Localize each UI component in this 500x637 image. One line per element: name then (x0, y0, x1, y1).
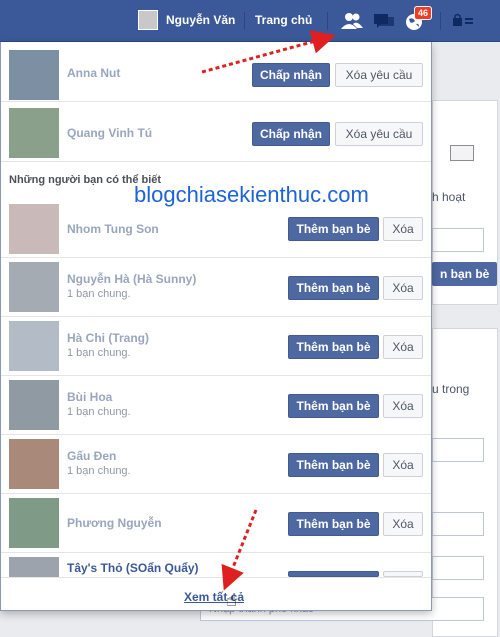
suggestion-name[interactable]: Bùi Hoa (67, 390, 112, 404)
background-input-4 (432, 556, 484, 580)
notification-count-badge: 46 (414, 6, 433, 20)
suggestion-name[interactable]: Nhom Tung Son (67, 222, 159, 236)
top-navigation-bar: Nguyễn Văn Trang chủ 46 (0, 0, 500, 42)
suggestion-name[interactable]: Phương Nguyễn (67, 516, 162, 530)
avatar[interactable] (9, 50, 59, 100)
suggestion-row: Hà Chi (Trang) 1 bạn chung. Thêm bạn bè … (1, 317, 431, 376)
suggestion-name[interactable]: Tây's Thỏ (SOẩn Quẩy) (67, 561, 199, 575)
profile-link[interactable]: Nguyễn Văn (138, 10, 235, 30)
suggestion-row: Gấu Đen 1 bạn chung. Thêm bạn bè Xóa (1, 435, 431, 494)
suggestion-row: Bùi Hoa 1 bạn chung. Thêm bạn bè Xóa (1, 376, 431, 435)
avatar[interactable] (9, 557, 59, 577)
messages-icon[interactable] (372, 10, 396, 32)
background-text-activity: h hoạt (432, 190, 466, 204)
background-input-3 (432, 512, 484, 536)
lock-icon[interactable] (452, 13, 474, 27)
friend-request-row: Anna Nut Chấp nhận Xóa yêu cầu (1, 42, 431, 102)
avatar[interactable] (9, 498, 59, 548)
add-friend-button[interactable]: Thêm bạn bè (288, 335, 379, 359)
avatar (138, 10, 158, 30)
divider (327, 12, 328, 30)
avatar[interactable] (9, 321, 59, 371)
dropdown-footer: Xem tất cả (1, 577, 431, 610)
background-input (432, 228, 484, 252)
add-friend-button[interactable]: Thêm bạn bè (288, 276, 379, 300)
suggestion-row: Tây's Thỏ (SOẩn Quẩy) (1, 553, 431, 577)
home-link[interactable]: Trang chủ (255, 13, 312, 27)
suggestion-name[interactable]: Gấu Đen (67, 449, 116, 463)
avatar[interactable] (9, 204, 59, 254)
add-friend-button[interactable]: Thêm bạn bè (288, 512, 379, 536)
background-input-2 (432, 438, 484, 462)
divider (440, 12, 441, 30)
suggestion-row: Phương Nguyễn Thêm bạn bè Xóa (1, 494, 431, 553)
mail-icon (450, 145, 474, 161)
mutual-friends: 1 bạn chung. (67, 288, 131, 300)
add-friend-button[interactable]: Thêm bạn bè (288, 394, 379, 418)
avatar[interactable] (9, 380, 59, 430)
remove-suggestion-button[interactable]: Xóa (383, 394, 423, 418)
background-text-in: u trong (432, 382, 470, 396)
divider (244, 12, 245, 30)
remove-suggestion-button[interactable]: Xóa (383, 217, 423, 241)
friend-requests-dropdown: Anna Nut Chấp nhận Xóa yêu cầu Quang Vin… (0, 42, 432, 611)
background-add-friend-button[interactable]: n bạn bè (432, 262, 498, 286)
avatar[interactable] (9, 262, 59, 312)
suggestion-row: Nhom Tung Son Thêm bạn bè Xóa (1, 200, 431, 258)
suggestion-row: Nguyễn Hà (Hà Sunny) 1 bạn chung. Thêm b… (1, 258, 431, 317)
request-name[interactable]: Anna Nut (67, 66, 120, 80)
avatar[interactable] (9, 108, 59, 158)
friend-request-row: Quang Vinh Tú Chấp nhận Xóa yêu cầu (1, 102, 431, 162)
friends-icon[interactable] (340, 10, 364, 32)
suggestion-name[interactable]: Hà Chi (Trang) (67, 331, 149, 345)
request-name[interactable]: Quang Vinh Tú (67, 126, 152, 140)
mutual-friends: 1 bạn chung. (67, 347, 131, 359)
mutual-friends: 1 bạn chung. (67, 406, 131, 418)
add-friend-button[interactable]: Thêm bạn bè (288, 453, 379, 477)
add-friend-button[interactable]: Thêm bạn bè (288, 217, 379, 241)
mutual-friends: 1 bạn chung. (67, 465, 131, 477)
delete-request-button[interactable]: Xóa yêu cầu (335, 63, 423, 87)
remove-suggestion-button[interactable]: Xóa (383, 512, 423, 536)
delete-request-button[interactable]: Xóa yêu cầu (335, 122, 423, 146)
background-panel-bottom (432, 328, 498, 637)
accept-button[interactable]: Chấp nhận (252, 63, 330, 87)
remove-suggestion-button[interactable]: Xóa (383, 453, 423, 477)
remove-suggestion-button[interactable]: Xóa (383, 276, 423, 300)
user-name: Nguyễn Văn (166, 13, 236, 27)
accept-button[interactable]: Chấp nhận (252, 122, 330, 146)
remove-suggestion-button[interactable]: Xóa (383, 335, 423, 359)
suggestion-name[interactable]: Nguyễn Hà (Hà Sunny) (67, 272, 196, 286)
avatar[interactable] (9, 439, 59, 489)
hand-cursor-icon: ☝ (226, 590, 237, 610)
